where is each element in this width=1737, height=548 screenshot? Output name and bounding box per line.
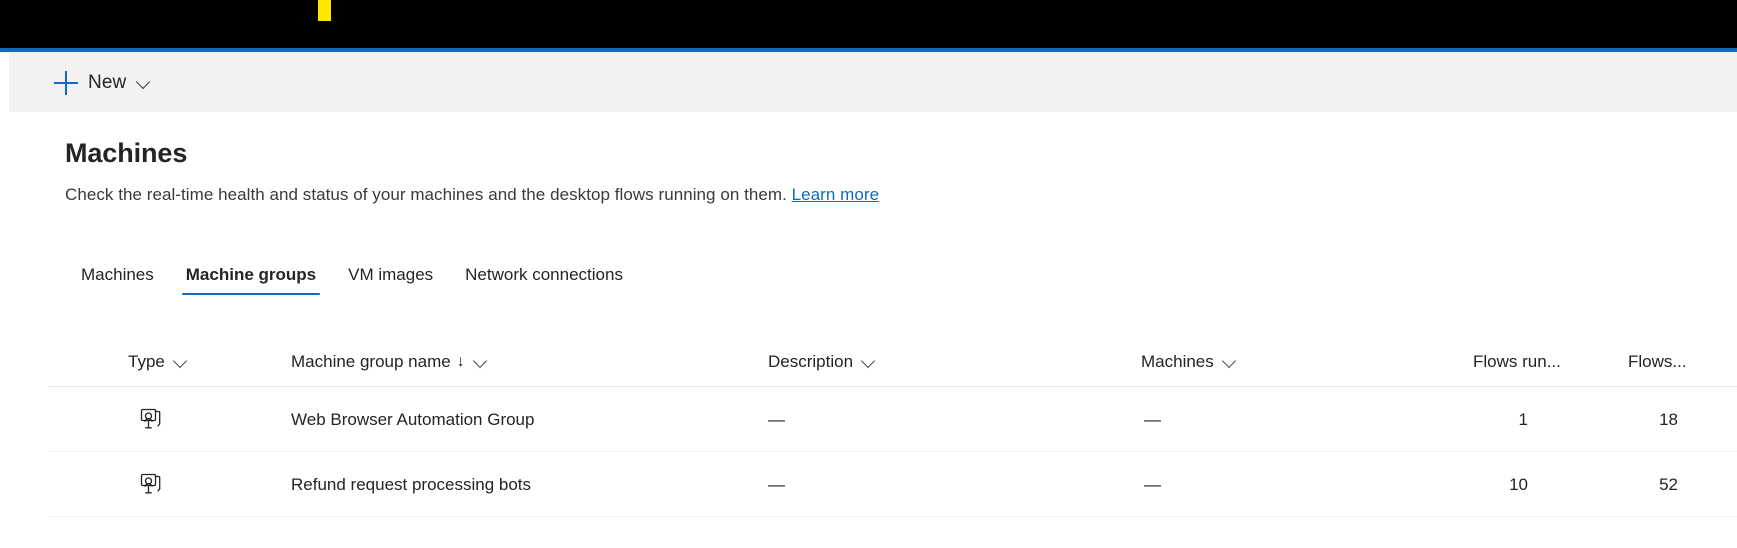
chevron-down-icon[interactable] bbox=[473, 354, 489, 370]
new-button-label: New bbox=[88, 72, 126, 94]
column-header-type[interactable]: Type bbox=[128, 352, 189, 372]
machine-group-icon bbox=[138, 472, 164, 498]
machines-page: New Machines Check the real-time health … bbox=[0, 0, 1737, 548]
column-header-machines-label: Machines bbox=[1141, 352, 1214, 372]
new-button[interactable]: New bbox=[48, 64, 158, 102]
column-header-description-label: Description bbox=[768, 352, 853, 372]
column-header-flows-running[interactable]: Flows run... bbox=[1473, 352, 1561, 372]
column-header-flows-running-label: Flows run... bbox=[1473, 352, 1561, 372]
tab-machine-groups[interactable]: Machine groups bbox=[170, 255, 332, 295]
cell-machine-group-name[interactable]: Web Browser Automation Group bbox=[291, 387, 534, 452]
page-subtitle-text: Check the real-time health and status of… bbox=[65, 185, 787, 204]
cell-type bbox=[138, 452, 164, 517]
machine-group-icon bbox=[138, 407, 164, 433]
chevron-down-icon[interactable] bbox=[173, 354, 189, 370]
tab-machines[interactable]: Machines bbox=[65, 255, 170, 295]
column-header-flows-queued-label: Flows... bbox=[1628, 352, 1687, 372]
cell-machine-group-name[interactable]: Refund request processing bots bbox=[291, 452, 531, 517]
cell-description: — bbox=[768, 387, 785, 452]
cell-type bbox=[138, 387, 164, 452]
tab-machines-label: Machines bbox=[81, 265, 154, 285]
cell-flows-queued: 18 bbox=[1558, 387, 1678, 452]
tab-vm-images[interactable]: VM images bbox=[332, 255, 449, 295]
tab-vm-images-label: VM images bbox=[348, 265, 433, 285]
sort-descending-icon: ↓ bbox=[457, 353, 465, 371]
cell-machines: — bbox=[1144, 452, 1161, 517]
cell-flows-running: 10 bbox=[1408, 452, 1528, 517]
table-row[interactable]: Web Browser Automation Group — — 1 18 bbox=[48, 387, 1737, 452]
cell-description: — bbox=[768, 452, 785, 517]
tab-network-connections[interactable]: Network connections bbox=[449, 255, 639, 295]
column-header-type-label: Type bbox=[128, 352, 165, 372]
yellow-marker bbox=[318, 0, 331, 21]
command-bar-left-rail bbox=[0, 52, 9, 113]
column-header-machine-group-name-label: Machine group name bbox=[291, 352, 451, 372]
cell-flows-queued: 52 bbox=[1558, 452, 1678, 517]
chevron-down-icon[interactable] bbox=[861, 354, 877, 370]
machine-groups-table: Type Machine group name ↓ Description Ma… bbox=[48, 342, 1737, 517]
tab-machine-groups-label: Machine groups bbox=[186, 265, 316, 285]
cell-machines: — bbox=[1144, 387, 1161, 452]
tab-network-connections-label: Network connections bbox=[465, 265, 623, 285]
column-header-machine-group-name[interactable]: Machine group name ↓ bbox=[291, 352, 489, 372]
chevron-down-icon[interactable] bbox=[1222, 354, 1238, 370]
column-header-description[interactable]: Description bbox=[768, 352, 877, 372]
column-header-flows-queued[interactable]: Flows... bbox=[1628, 352, 1687, 372]
page-title: Machines bbox=[65, 138, 187, 169]
cell-flows-running: 1 bbox=[1408, 387, 1528, 452]
table-row[interactable]: Refund request processing bots — — 10 52 bbox=[48, 452, 1737, 517]
top-app-bar bbox=[0, 0, 1737, 48]
command-bar: New bbox=[0, 52, 1737, 113]
column-header-machines[interactable]: Machines bbox=[1141, 352, 1238, 372]
chevron-down-icon[interactable] bbox=[136, 75, 152, 91]
learn-more-link[interactable]: Learn more bbox=[792, 185, 879, 204]
page-subtitle: Check the real-time health and status of… bbox=[65, 185, 879, 205]
table-header-row: Type Machine group name ↓ Description Ma… bbox=[48, 342, 1737, 387]
plus-icon bbox=[54, 71, 78, 95]
tab-list: Machines Machine groups VM images Networ… bbox=[65, 255, 639, 299]
